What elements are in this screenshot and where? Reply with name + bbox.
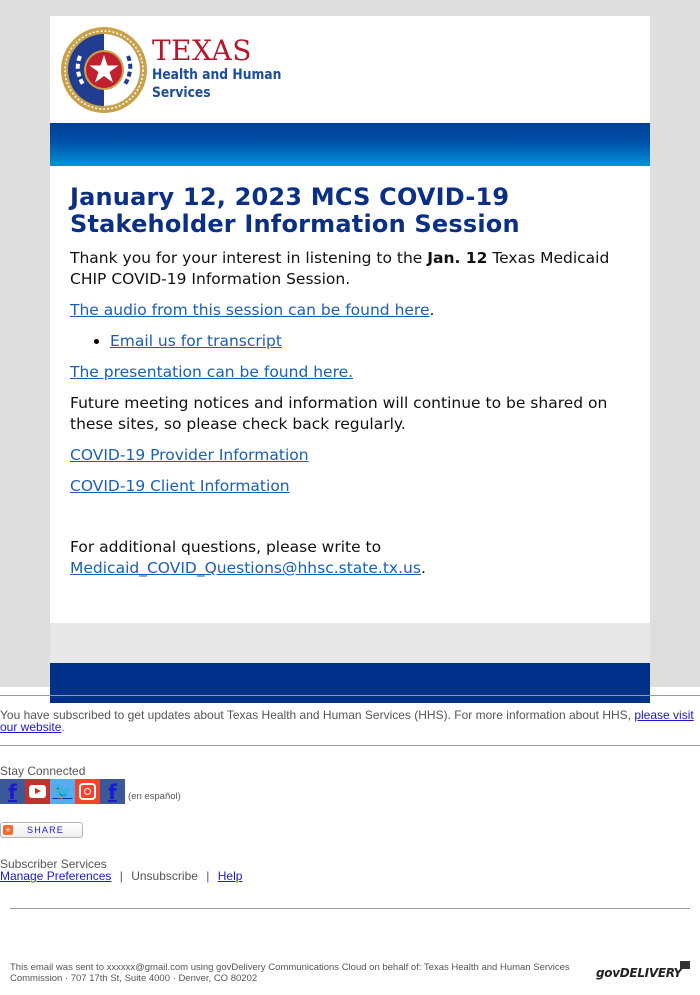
client-paragraph: COVID-19 Client Information <box>70 476 630 497</box>
share-plus-icon: + <box>3 825 13 835</box>
facebook-espanol-icon[interactable]: f <box>100 779 125 804</box>
questions-text: For additional questions, please write t… <box>70 538 382 556</box>
logo-subtitle-line2: Services <box>152 85 211 101</box>
provider-info-link[interactable]: COVID-19 Provider Information <box>70 446 309 464</box>
govdelivery-logo: govDELIVERY <box>596 966 682 980</box>
facebook-icon[interactable]: f <box>0 779 25 804</box>
instagram-icon[interactable] <box>75 779 100 804</box>
envelope-icon <box>680 961 690 969</box>
twitter-icon[interactable]: 🐦 <box>50 779 75 804</box>
manage-preferences-link[interactable]: Manage Preferences <box>0 869 111 883</box>
sent-to-notice: This email was sent to xxxxxx@gmail.com … <box>10 962 570 984</box>
presentation-link[interactable]: The presentation can be found here. <box>70 363 353 381</box>
header-logo-row: TEXAS Health and Human Services <box>50 16 650 123</box>
agency-logo-text: TEXAS Health and Human Services <box>152 36 304 102</box>
audio-paragraph: The audio from this session can be found… <box>70 300 630 321</box>
email-outer-background: TEXAS Health and Human Services January … <box>0 0 700 703</box>
intro-text: Thank you for your interest in listening… <box>70 249 428 267</box>
texas-star-seal-icon <box>61 27 147 113</box>
youtube-icon[interactable] <box>25 779 50 804</box>
audio-link[interactable]: The audio from this session can be found… <box>70 301 430 319</box>
future-paragraph: Future meeting notices and information w… <box>70 394 608 433</box>
help-link[interactable]: Help <box>218 869 243 883</box>
questions-suffix: . <box>420 559 426 577</box>
separator: | <box>206 869 210 883</box>
en-espanol-label: (en español) <box>128 791 181 802</box>
social-icons-row: f 🐦 f (en español) <box>0 779 700 804</box>
list-item: Email us for transcript <box>110 331 630 352</box>
provider-paragraph: COVID-19 Provider Information <box>70 445 630 466</box>
share-button[interactable]: + SHARE <box>0 822 83 838</box>
intro-date-bold: Jan. 12 <box>427 249 488 267</box>
questions-paragraph: For additional questions, please write t… <box>70 537 630 579</box>
client-info-link[interactable]: COVID-19 Client Information <box>70 477 290 495</box>
footer: You have subscribed to get updates about… <box>0 696 700 909</box>
audio-suffix: . <box>429 301 435 319</box>
transcript-link[interactable]: Email us for transcript <box>110 332 282 350</box>
logo-title: TEXAS <box>152 34 252 67</box>
email-card: TEXAS Health and Human Services January … <box>50 16 650 703</box>
questions-email-link[interactable]: Medicaid_COVID_Questions@hhsc.state.tx.u… <box>70 559 421 577</box>
unsubscribe-link[interactable]: Unsubscribe <box>131 869 198 883</box>
header-banner <box>50 123 650 166</box>
transcript-list: Email us for transcript <box>70 331 630 352</box>
separator: | <box>119 869 123 883</box>
footer-gray-band <box>50 623 650 663</box>
logo-subtitle-line1: Health and Human <box>152 67 282 83</box>
email-body: January 12, 2023 MCS COVID-19 Stakeholde… <box>50 166 650 623</box>
gap <box>0 687 700 695</box>
intro-paragraph: Thank you for your interest in listening… <box>70 248 630 290</box>
subscription-text: You have subscribed to get updates about… <box>0 708 635 722</box>
divider <box>10 908 690 909</box>
subscriber-services: Subscriber Services Manage Preferences |… <box>0 838 700 882</box>
share-label: SHARE <box>27 825 65 835</box>
subscription-notice: You have subscribed to get updates about… <box>0 696 700 745</box>
email-title: January 12, 2023 MCS COVID-19 Stakeholde… <box>70 183 520 238</box>
subscription-suffix: . <box>61 720 65 734</box>
subscriber-links: Manage Preferences | Unsubscribe | Help <box>0 870 700 882</box>
stay-connected-label: Stay Connected <box>0 764 86 778</box>
presentation-paragraph: The presentation can be found here. <box>70 362 630 383</box>
